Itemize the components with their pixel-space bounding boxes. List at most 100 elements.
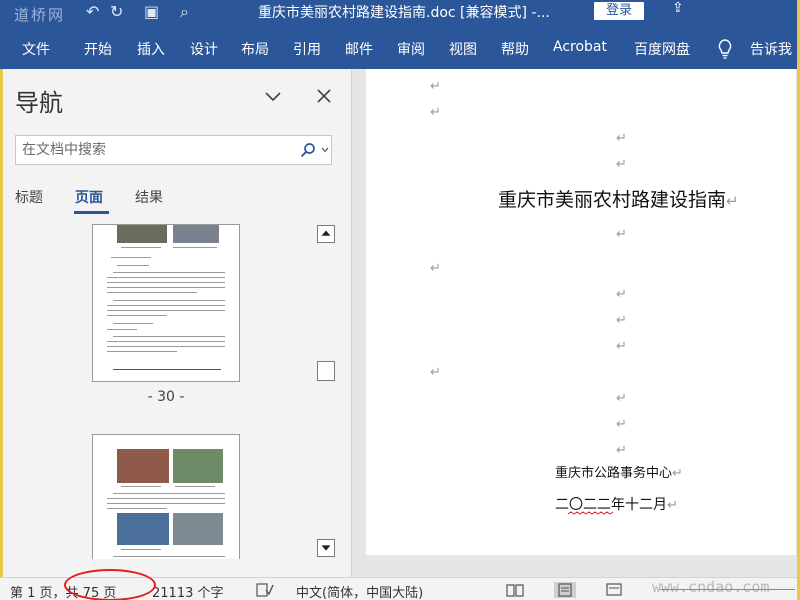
tab-help[interactable]: 帮助 xyxy=(501,39,529,59)
thumbnail-text-line xyxy=(107,287,225,288)
thumbnail-text-line xyxy=(113,300,225,301)
thumbnail-text-line xyxy=(113,323,153,324)
paragraph-mark: ↵ xyxy=(430,365,441,380)
paragraph-mark: ↵ xyxy=(616,157,627,172)
thumbnail-text-line xyxy=(107,310,225,311)
tab-view[interactable]: 视图 xyxy=(449,39,477,59)
thumbnail-text-line xyxy=(107,498,225,499)
nav-search-box xyxy=(15,135,332,165)
thumbnail-footer-line xyxy=(113,369,221,370)
thumbnail-text-line xyxy=(113,272,225,273)
thumbnail-photo xyxy=(117,513,169,545)
paragraph-mark: ↵ xyxy=(616,443,627,458)
undo-icon[interactable]: ↶ xyxy=(86,2,99,21)
thumbnail-text-line xyxy=(107,508,167,509)
title-bar: 道桥网 ↶ ↻ ▣ ⌕ 重庆市美丽农村路建设指南.doc [兼容模式] -...… xyxy=(0,0,800,30)
document-main-title: 重庆市美丽农村路建设指南↵ xyxy=(498,189,739,211)
tab-tell-me[interactable]: 告诉我 xyxy=(750,39,792,59)
thumbnail-scrollbar[interactable] xyxy=(316,224,336,560)
paragraph-mark: ↵ xyxy=(616,313,627,328)
spellcheck-underline xyxy=(568,511,614,515)
thumbnail-text-line xyxy=(107,341,225,342)
print-layout-icon[interactable] xyxy=(554,582,576,598)
nav-pane-title: 导航 xyxy=(15,89,63,117)
page-thumbnails: - 30 - xyxy=(3,224,315,559)
search-icon[interactable] xyxy=(300,142,316,158)
triangle-up-icon xyxy=(321,230,331,236)
nav-tab-pages[interactable]: 页面 xyxy=(75,187,103,207)
thumbnail-text-line xyxy=(121,247,161,248)
paragraph-mark: ↵ xyxy=(616,227,627,242)
zoom-slider[interactable] xyxy=(660,589,795,590)
tab-baidu-netdisk[interactable]: 百度网盘 xyxy=(634,39,690,59)
thumbnail-text-line xyxy=(175,486,215,487)
site-watermark-logo: 道桥网 xyxy=(14,6,66,24)
paragraph-mark: ↵ xyxy=(616,391,627,406)
navigation-pane: 导航 标题 页面 结果 xyxy=(3,69,352,577)
thumbnail-text-line xyxy=(117,265,149,266)
login-button[interactable]: 登录 xyxy=(594,2,644,20)
paragraph-mark: ↵ xyxy=(430,105,441,120)
nav-tab-results[interactable]: 结果 xyxy=(135,187,163,207)
nav-tab-headings[interactable]: 标题 xyxy=(15,187,43,207)
tab-mailings[interactable]: 邮件 xyxy=(345,39,373,59)
lightbulb-icon[interactable] xyxy=(717,38,733,60)
thumbnail-photo xyxy=(117,225,167,243)
search-options-chevron-icon[interactable] xyxy=(321,147,329,153)
thumbnail-text-line xyxy=(107,351,177,352)
read-mode-icon[interactable] xyxy=(506,582,524,598)
document-title: 重庆市美丽农村路建设指南.doc [兼容模式] -... xyxy=(258,5,550,21)
proofing-icon[interactable] xyxy=(256,582,274,598)
page-thumbnail-31[interactable] xyxy=(92,434,240,559)
thumbnail-text-line xyxy=(107,315,167,316)
paragraph-mark: ↵ xyxy=(616,287,627,302)
site-watermark: www.cndao.com xyxy=(652,578,770,596)
search-input[interactable] xyxy=(22,140,294,160)
tab-layout[interactable]: 布局 xyxy=(241,39,269,59)
tab-design[interactable]: 设计 xyxy=(190,39,218,59)
ribbon-tabs: 文件 开始 插入 设计 布局 引用 邮件 审阅 视图 帮助 Acrobat 百度… xyxy=(0,30,800,69)
paragraph-mark: ↵ xyxy=(430,79,441,94)
document-organization: 重庆市公路事务中心↵ xyxy=(555,466,683,481)
chevron-down-icon[interactable] xyxy=(265,91,281,103)
customize-icon[interactable]: ▣ xyxy=(144,2,159,21)
tab-review[interactable]: 审阅 xyxy=(397,39,425,59)
thumbnail-text-line xyxy=(173,247,217,248)
thumbnail-photo xyxy=(173,513,223,545)
scrollbar-thumb[interactable] xyxy=(317,361,335,381)
word-count[interactable]: 21113 个字 xyxy=(152,582,224,600)
triangle-down-icon xyxy=(321,545,331,551)
tab-acrobat[interactable]: Acrobat xyxy=(553,39,607,55)
tab-insert[interactable]: 插入 xyxy=(137,39,165,59)
thumbnail-text-line xyxy=(107,292,197,293)
paragraph-mark: ↵ xyxy=(616,131,627,146)
tab-home[interactable]: 开始 xyxy=(84,39,112,59)
paragraph-mark: ↵ xyxy=(616,339,627,354)
document-page[interactable]: ↵ ↵ ↵ ↵ 重庆市美丽农村路建设指南↵ ↵ ↵ ↵ ↵ ↵ ↵ ↵ ↵ ↵ … xyxy=(366,69,796,555)
active-tab-indicator xyxy=(74,211,109,214)
document-area: ↵ ↵ ↵ ↵ 重庆市美丽农村路建设指南↵ ↵ ↵ ↵ ↵ ↵ ↵ ↵ ↵ ↵ … xyxy=(353,69,800,577)
scroll-up-button[interactable] xyxy=(317,225,335,243)
language-indicator[interactable]: 中文(简体，中国大陆) xyxy=(296,582,423,600)
tab-references[interactable]: 引用 xyxy=(293,39,321,59)
page-thumbnail-30[interactable] xyxy=(92,224,240,382)
thumbnail-text-line xyxy=(121,549,161,550)
thumbnail-text-line xyxy=(111,257,151,258)
thumbnail-photo xyxy=(117,449,169,483)
thumbnail-text-line xyxy=(107,277,225,278)
find-icon[interactable]: ⌕ xyxy=(180,2,189,22)
thumbnail-text-line xyxy=(107,346,225,347)
paragraph-mark: ↵ xyxy=(616,417,627,432)
thumbnail-text-line xyxy=(107,503,225,504)
redo-icon[interactable]: ↻ xyxy=(110,2,123,21)
thumbnail-photo xyxy=(173,449,223,483)
thumbnail-photo xyxy=(173,225,219,243)
thumbnail-text-line xyxy=(107,305,225,306)
thumbnail-text-line xyxy=(107,329,137,330)
thumbnail-text-line xyxy=(113,556,225,557)
scroll-down-button[interactable] xyxy=(317,539,335,557)
tab-file[interactable]: 文件 xyxy=(22,39,50,59)
close-icon[interactable] xyxy=(316,88,332,104)
share-icon[interactable]: ⇪ xyxy=(672,0,684,16)
web-layout-icon[interactable] xyxy=(606,582,624,598)
